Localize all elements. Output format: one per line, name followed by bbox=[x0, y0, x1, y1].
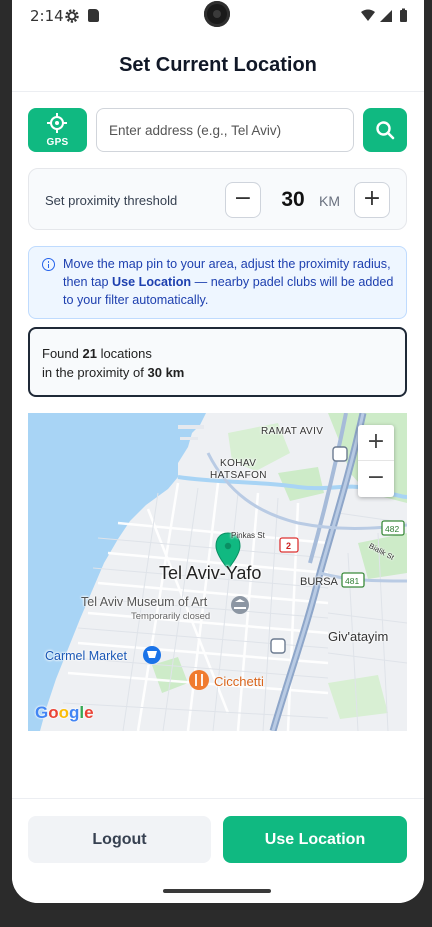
found-line2-prefix: in the proximity of bbox=[42, 365, 148, 380]
logout-button[interactable]: Logout bbox=[28, 816, 211, 863]
zoom-out-button[interactable]: − bbox=[358, 461, 394, 497]
map-label-museum: Tel Aviv Museum of Art bbox=[81, 595, 208, 609]
map-label-kohav: KOHAV bbox=[220, 458, 257, 469]
map-label-carmel-market: Carmel Market bbox=[45, 649, 127, 663]
zoom-in-button[interactable]: + bbox=[358, 425, 394, 461]
route-482-shield: 482 bbox=[385, 524, 400, 534]
info-box: Move the map pin to your area, adjust th… bbox=[28, 246, 407, 319]
app-screen: 2:14 Set Current Location GPS Enter addr… bbox=[12, 0, 424, 903]
search-icon bbox=[376, 121, 395, 140]
radius-value: 30 bbox=[281, 188, 305, 211]
status-time: 2:14 bbox=[30, 7, 64, 25]
found-prefix: Found bbox=[42, 346, 83, 361]
found-suffix: locations bbox=[96, 346, 152, 361]
info-text: Move the map pin to your area, adjust th… bbox=[63, 255, 398, 309]
map-label-tel-aviv-yafo: Tel Aviv-Yafo bbox=[159, 563, 262, 583]
map-label-givatayim: Giv'atayim bbox=[328, 629, 389, 644]
map-label-cicchetti: Cicchetti bbox=[214, 674, 264, 689]
app-header: Set Current Location bbox=[12, 40, 424, 92]
page-title: Set Current Location bbox=[119, 54, 317, 76]
gps-button[interactable]: GPS bbox=[28, 108, 87, 152]
radius-unit: KM bbox=[319, 193, 340, 209]
settings-gear-icon bbox=[65, 9, 79, 23]
route-2-shield: 2 bbox=[286, 541, 292, 551]
found-distance: 30 km bbox=[147, 365, 185, 380]
google-logo: Google bbox=[35, 703, 94, 722]
address-input[interactable] bbox=[96, 108, 354, 152]
found-locations-box: Found 21 locations in the proximity of 3… bbox=[28, 327, 407, 397]
use-location-button[interactable]: Use Location bbox=[223, 816, 407, 863]
found-line-1: Found 21 locations bbox=[42, 344, 393, 363]
found-count: 21 bbox=[82, 346, 97, 361]
map-label-temporarily-closed: Temporarily closed bbox=[131, 611, 211, 622]
route-481-shield: 481 bbox=[345, 576, 360, 586]
crosshair-icon bbox=[47, 113, 67, 133]
search-button[interactable] bbox=[363, 108, 407, 152]
increase-radius-button[interactable]: + bbox=[354, 182, 390, 218]
map-label-pinkas: Pinkas St bbox=[231, 531, 265, 540]
map-view[interactable]: RAMAT AVIV KOHAV HATSAFON Pinkas St 2 48… bbox=[28, 413, 407, 731]
map-label-ramat-aviv: RAMAT AVIV bbox=[261, 426, 324, 437]
signal-battery-icons bbox=[361, 8, 407, 22]
footer-bar: Logout Use Location bbox=[12, 798, 424, 903]
home-indicator[interactable] bbox=[163, 889, 271, 893]
decrease-radius-button[interactable]: − bbox=[225, 182, 261, 218]
sd-card-icon bbox=[88, 9, 99, 22]
map-label-hatsafon: HATSAFON bbox=[210, 470, 267, 481]
zoom-control: + − bbox=[358, 425, 394, 497]
front-camera bbox=[204, 1, 230, 27]
info-text-bold: Use Location bbox=[112, 275, 192, 289]
map-label-bursa: BURSA bbox=[300, 576, 338, 588]
proximity-label: Set proximity threshold bbox=[45, 193, 178, 208]
found-line-2: in the proximity of 30 km bbox=[42, 363, 393, 382]
status-bar: 2:14 bbox=[12, 0, 424, 32]
proximity-card: Set proximity threshold − 30 KM + bbox=[28, 168, 407, 230]
gps-label: GPS bbox=[46, 137, 69, 148]
info-icon bbox=[42, 258, 55, 271]
